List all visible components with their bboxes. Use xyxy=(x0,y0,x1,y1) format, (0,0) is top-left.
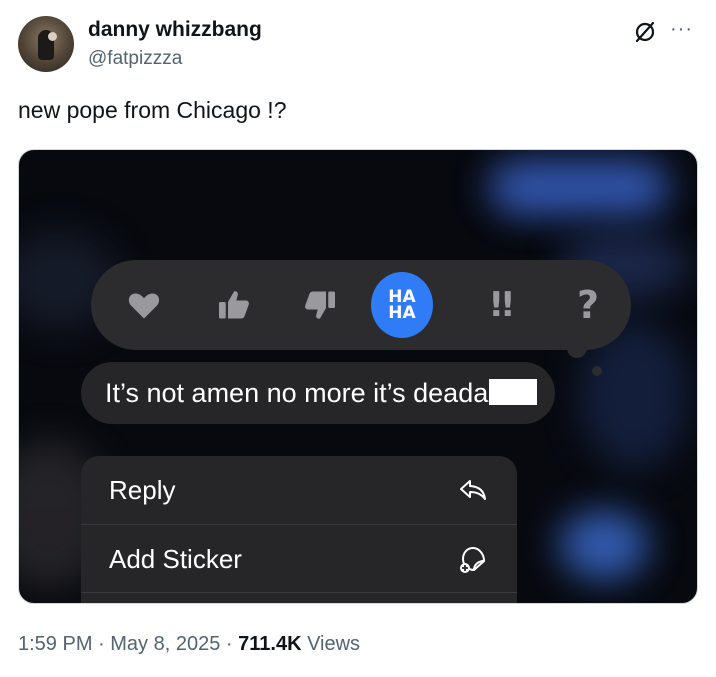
display-name[interactable]: danny whizzbang xyxy=(88,18,262,42)
user-handle[interactable]: @fatpizzza xyxy=(88,48,182,70)
tweet-meta: 1:59 PM · May 8, 2025 · 711.4K Views xyxy=(18,633,360,656)
tapback-tail xyxy=(567,338,587,358)
meta-separator: · xyxy=(92,633,111,655)
reply-arrow-icon xyxy=(460,480,486,500)
question-icon[interactable]: ? xyxy=(557,274,619,336)
reply-label: Reply xyxy=(109,475,176,505)
tweet-media[interactable]: HA HA !! ? It’s not amen no more it’s de… xyxy=(18,149,698,604)
views-label: Views xyxy=(301,633,361,655)
reply-menu-item[interactable]: Reply xyxy=(81,456,517,524)
message-bubble[interactable]: It’s not amen no more it’s deada xyxy=(81,362,555,424)
tweet-time[interactable]: 1:59 PM xyxy=(18,633,92,655)
emphasize-icon[interactable]: !! xyxy=(469,274,531,336)
message-text: It’s not amen no more it’s deada xyxy=(105,378,489,408)
add-sticker-icon xyxy=(460,546,486,573)
redaction-box xyxy=(489,379,538,405)
tapback-bar: HA HA !! ? xyxy=(91,260,631,350)
tweet-date[interactable]: May 8, 2025 xyxy=(110,633,220,655)
add-sticker-label: Add Sticker xyxy=(109,544,242,574)
meta-separator: · xyxy=(220,633,239,655)
heart-icon[interactable] xyxy=(113,274,175,336)
thumbs-up-icon[interactable] xyxy=(203,274,265,336)
background-blur xyxy=(489,160,669,215)
add-sticker-menu-item[interactable]: Add Sticker xyxy=(81,524,517,593)
haha-text: HA xyxy=(388,303,416,323)
thumbs-down-icon[interactable] xyxy=(289,274,351,336)
avatar-hand xyxy=(48,32,57,41)
avatar[interactable] xyxy=(18,16,74,72)
views-count[interactable]: 711.4K xyxy=(238,633,301,655)
grok-icon[interactable] xyxy=(633,20,657,44)
haha-icon: HA HA xyxy=(371,272,433,338)
menu-next-item-partial xyxy=(81,592,517,603)
background-blur xyxy=(559,510,649,580)
haha-tapback[interactable]: HA HA xyxy=(371,272,433,338)
tweet-text: new pope from Chicago !? xyxy=(18,97,287,123)
tapback-tail xyxy=(592,366,602,376)
more-options-icon[interactable]: ··· xyxy=(670,18,693,41)
context-menu: Reply Add Sticker xyxy=(81,456,517,603)
